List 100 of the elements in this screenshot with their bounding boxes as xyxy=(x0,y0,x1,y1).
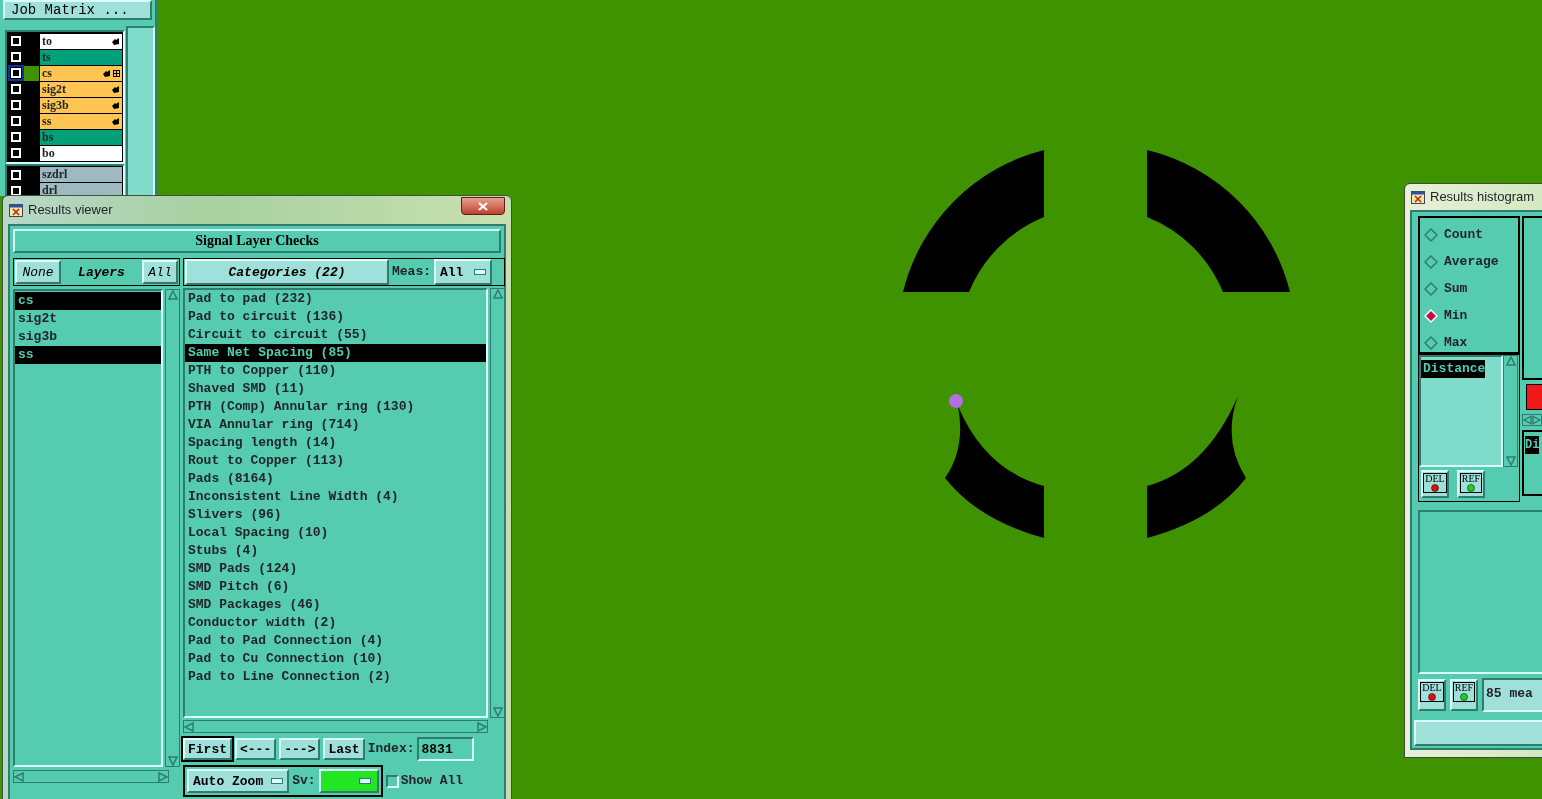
layer-checkbox[interactable] xyxy=(11,52,21,62)
category-list-item[interactable]: Same Net Spacing (85) xyxy=(185,344,486,362)
layer-name[interactable]: to xyxy=(40,33,122,49)
scrollbar[interactable] xyxy=(13,770,169,783)
scroll-up-icon[interactable] xyxy=(1505,356,1516,366)
layer-label: cs xyxy=(42,65,52,81)
index-label: Index: xyxy=(367,740,415,759)
statistic-label: Max xyxy=(1444,333,1468,352)
layer-list-item[interactable]: sig3b xyxy=(15,328,161,346)
category-list-item[interactable]: Pad to circuit (136) xyxy=(185,308,486,326)
statistic-radio[interactable] xyxy=(1424,254,1438,269)
category-list-item[interactable]: SMD Pitch (6) xyxy=(185,578,486,596)
scroll-left-icon[interactable] xyxy=(14,771,24,782)
scrollbar[interactable] xyxy=(183,720,488,733)
layer-checkbox[interactable] xyxy=(11,100,21,110)
layer-label: bo xyxy=(42,145,55,161)
del-ref-button[interactable]: REF xyxy=(1457,470,1485,498)
sv-color-dropdown[interactable] xyxy=(318,769,379,793)
layer-name[interactable]: bo xyxy=(40,145,122,161)
layer-checkbox[interactable] xyxy=(11,132,21,142)
category-list-item[interactable]: Slivers (96) xyxy=(185,506,486,524)
app-icon xyxy=(9,203,23,217)
statistic-radio[interactable] xyxy=(1424,281,1438,296)
layer-checkbox[interactable] xyxy=(11,84,21,94)
layer-name[interactable]: cs xyxy=(40,65,122,81)
scroll-up-icon[interactable] xyxy=(167,290,178,300)
layer-list-item[interactable]: ss xyxy=(15,346,161,364)
scrollbar[interactable] xyxy=(1503,355,1518,467)
nav-button[interactable]: Last xyxy=(323,738,365,760)
app-icon xyxy=(1411,190,1425,204)
category-list-item[interactable]: Conductor width (2) xyxy=(185,614,486,632)
statistic-label: Min xyxy=(1444,306,1468,325)
layer-name[interactable]: sig2t xyxy=(40,81,122,97)
category-list-item[interactable]: Pad to Cu Connection (10) xyxy=(185,650,486,668)
scroll-right-icon[interactable] xyxy=(477,721,487,732)
category-list-item[interactable]: VIA Annular ring (714) xyxy=(185,416,486,434)
layer-checkbox[interactable] xyxy=(11,116,21,126)
del-ref-button[interactable]: REF xyxy=(1450,679,1478,711)
category-list-item[interactable]: Stubs (4) xyxy=(185,542,486,560)
marker-dot[interactable] xyxy=(949,394,963,408)
layer-checkbox[interactable] xyxy=(11,148,21,158)
layer-list-item[interactable]: sig2t xyxy=(15,310,161,328)
layer-list-item[interactable]: cs xyxy=(15,292,161,310)
scrollbar[interactable] xyxy=(490,288,505,718)
category-list-item[interactable]: Pads (8164) xyxy=(185,470,486,488)
nav-button[interactable]: <--- xyxy=(235,738,277,760)
window-title: Results histogram xyxy=(1430,188,1535,207)
layer-checkbox[interactable] xyxy=(11,169,21,180)
category-list-item[interactable]: Inconsistent Line Width (4) xyxy=(185,488,486,506)
layer-name[interactable]: szdrl xyxy=(40,167,122,182)
category-list-item[interactable]: Spacing length (14) xyxy=(185,434,486,452)
category-list-item[interactable]: SMD Pads (124) xyxy=(185,560,486,578)
nav-button[interactable]: First xyxy=(183,738,232,760)
indicator-dot-icon xyxy=(1428,693,1436,701)
meas-label: Meas: xyxy=(392,263,431,282)
category-list-item[interactable]: SMD Packages (46) xyxy=(185,596,486,614)
layers-button[interactable]: All xyxy=(142,260,178,284)
scroll-down-icon[interactable] xyxy=(167,756,178,766)
layer-name[interactable]: bs xyxy=(40,129,122,145)
category-list-item[interactable]: Pad to pad (232) xyxy=(185,290,486,308)
statistic-radio[interactable] xyxy=(1424,227,1438,242)
category-list-item[interactable]: PTH to Copper (110) xyxy=(185,362,486,380)
indicator-dot-icon xyxy=(1460,693,1468,701)
zoom-dropdown[interactable]: Auto Zoom xyxy=(187,769,290,793)
layer-checkbox[interactable] xyxy=(11,36,21,46)
status-text: 85 mea xyxy=(1482,678,1542,712)
category-list-item[interactable]: Shaved SMD (11) xyxy=(185,380,486,398)
del-ref-button[interactable]: DEL xyxy=(1418,679,1446,711)
category-list-item[interactable]: Local Spacing (10) xyxy=(185,524,486,542)
layer-name[interactable]: ss xyxy=(40,113,122,129)
scroll-right-icon[interactable] xyxy=(158,771,168,782)
meas-dropdown[interactable]: All xyxy=(434,259,492,285)
nav-button[interactable]: ---> xyxy=(279,738,321,760)
category-list-item[interactable]: Pad to Line Connection (2) xyxy=(185,668,486,686)
layer-name[interactable]: sig3b xyxy=(40,97,122,113)
job-matrix-button[interactable]: Job Matrix ... xyxy=(3,0,152,20)
statistic-radio[interactable] xyxy=(1424,335,1438,350)
scroll-down-icon[interactable] xyxy=(1505,456,1516,466)
del-ref-button[interactable]: DEL xyxy=(1421,470,1449,498)
measure-list-item[interactable]: Distance xyxy=(1421,360,1486,378)
scroll-left-icon[interactable] xyxy=(184,721,194,732)
categories-button[interactable]: Categories (22) xyxy=(185,259,389,285)
layers-button[interactable]: None xyxy=(15,260,61,284)
close-button[interactable] xyxy=(461,197,505,215)
scroll-left-icon[interactable] xyxy=(1523,415,1532,425)
scroll-down-icon[interactable] xyxy=(492,707,503,717)
category-list-item[interactable]: Pad to Pad Connection (4) xyxy=(185,632,486,650)
window-title: Results viewer xyxy=(28,201,113,220)
scroll-up-icon[interactable] xyxy=(492,289,503,299)
scroll-right-icon[interactable] xyxy=(1532,415,1541,425)
show-all-checkbox[interactable] xyxy=(385,774,399,788)
index-field[interactable]: 8831 xyxy=(417,737,475,761)
category-list-item[interactable]: Circuit to circuit (55) xyxy=(185,326,486,344)
scrollbar[interactable] xyxy=(165,289,180,767)
category-list-item[interactable]: PTH (Comp) Annular ring (130) xyxy=(185,398,486,416)
layer-checkbox[interactable] xyxy=(11,68,21,78)
category-list-item[interactable]: Rout to Copper (113) xyxy=(185,452,486,470)
layer-label: sig2t xyxy=(42,81,66,97)
layer-name[interactable]: ts xyxy=(40,49,122,65)
scrollbar[interactable] xyxy=(1522,414,1542,426)
